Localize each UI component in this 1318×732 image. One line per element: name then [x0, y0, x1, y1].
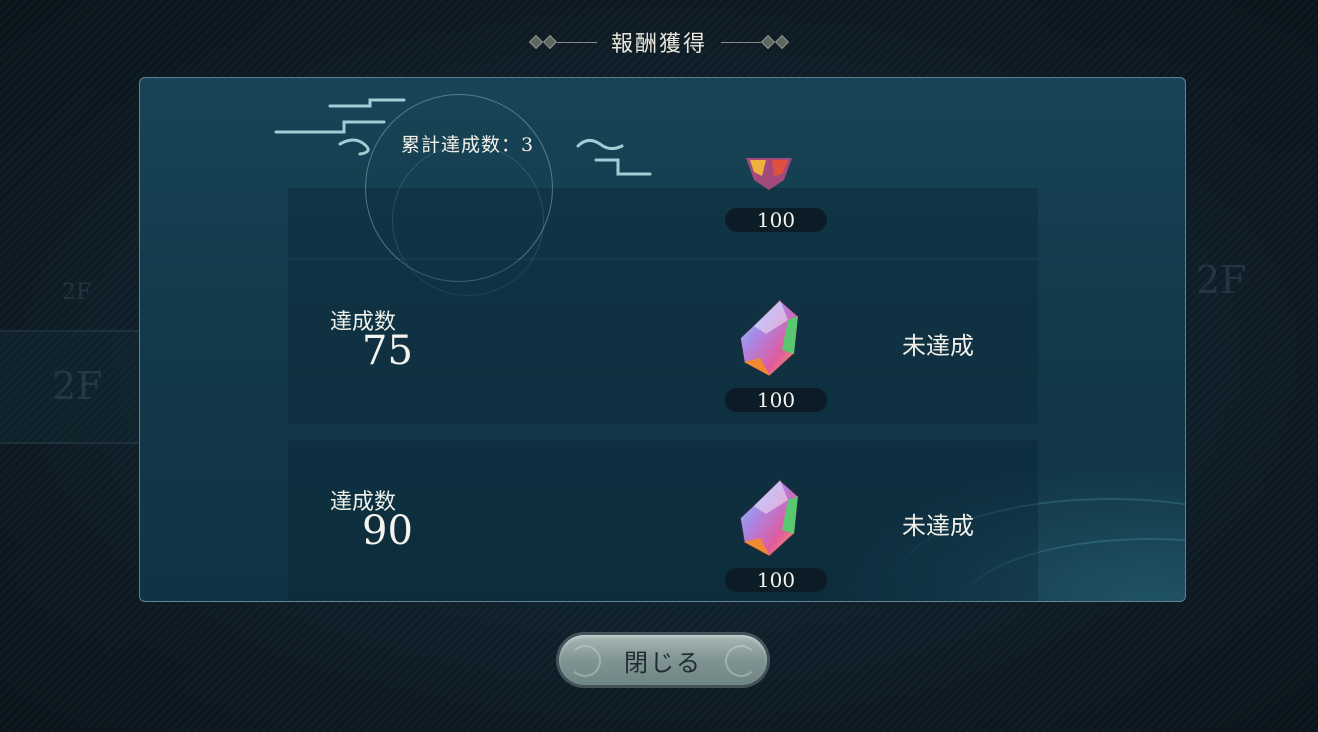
reward-quantity: 100 [725, 388, 827, 412]
reward-quantity: 100 [725, 208, 827, 232]
close-button[interactable]: 閉じる [559, 635, 767, 685]
cloud-ornament-icon [274, 98, 406, 156]
diamond-ornament-icon [721, 34, 790, 50]
swirl-ornament-icon [569, 645, 601, 677]
reward-row: 達成数 75 100 未達成 [288, 260, 1038, 424]
rainbow-gem-icon [739, 478, 799, 557]
close-button-label: 閉じる [624, 648, 702, 677]
cumulative-count-label: 累計達成数：3 [401, 134, 535, 156]
achievement-count-value: 75 [362, 328, 413, 374]
reward-panel[interactable]: 100 累計達成数：3 達成数 75 100 未達成 達成数 90 100 未達… [139, 77, 1186, 602]
background-floor-label: 2F [62, 280, 92, 305]
swirl-ornament-icon [725, 645, 757, 677]
cloud-ornament-icon [576, 139, 652, 176]
achievement-status: 未達成 [902, 512, 974, 540]
achievement-status: 未達成 [902, 332, 974, 360]
background-floor-label: 2F [1196, 258, 1247, 302]
reward-row: 達成数 90 100 未達成 [288, 440, 1038, 601]
dialog-header: 報酬獲得 [0, 22, 1318, 62]
cumulative-header: 累計達成数：3 [140, 78, 740, 296]
diamond-ornament-icon [528, 34, 597, 50]
reward-quantity: 100 [725, 568, 827, 592]
achievement-count-value: 90 [362, 508, 413, 554]
rainbow-gem-icon [739, 298, 799, 377]
background-floor-label: 2F [52, 364, 103, 408]
rainbow-gem-icon [746, 158, 792, 190]
dialog-title: 報酬獲得 [610, 32, 707, 57]
